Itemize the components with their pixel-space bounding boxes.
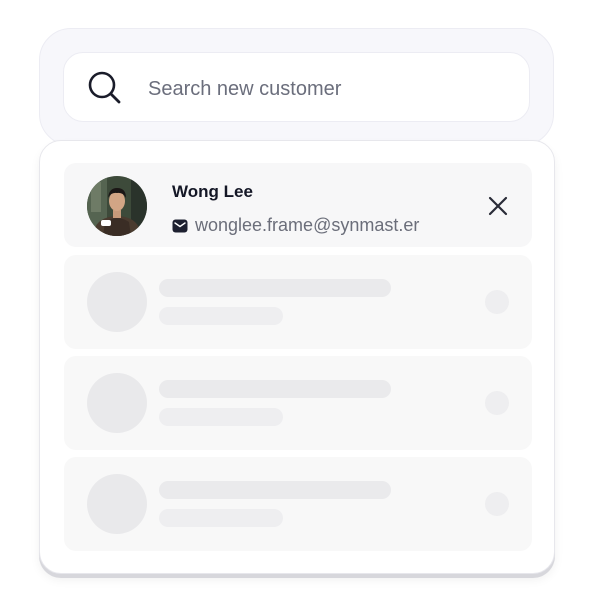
avatar <box>87 176 147 236</box>
skeleton-avatar <box>87 272 147 332</box>
skeleton-row <box>64 356 532 450</box>
skeleton-row <box>64 457 532 551</box>
skeleton-line <box>159 509 283 527</box>
skeleton-line <box>159 279 391 297</box>
skeleton-row <box>64 255 532 349</box>
search-box[interactable] <box>63 52 530 122</box>
search-input[interactable] <box>146 71 510 107</box>
skeleton-dot <box>485 391 509 415</box>
skeleton-line <box>159 307 283 325</box>
skeleton-dot <box>485 492 509 516</box>
close-icon[interactable] <box>486 194 510 218</box>
skeleton-line <box>159 408 283 426</box>
skeleton-line <box>159 481 391 499</box>
skeleton-avatar <box>87 373 147 433</box>
skeleton-avatar <box>87 474 147 534</box>
skeleton-dot <box>485 290 509 314</box>
customer-row-selected[interactable]: Wong Lee wonglee.frame@synmast.er <box>64 163 532 247</box>
mail-icon <box>172 219 188 232</box>
customer-results-list: Wong Lee wonglee.frame@synmast.er <box>39 140 555 574</box>
skeleton-line <box>159 380 391 398</box>
search-icon <box>88 71 121 104</box>
customer-name: Wong Lee <box>172 182 253 201</box>
customer-email-line: wonglee.frame@synmast.er <box>172 215 419 236</box>
customer-email: wonglee.frame@synmast.er <box>195 215 420 235</box>
